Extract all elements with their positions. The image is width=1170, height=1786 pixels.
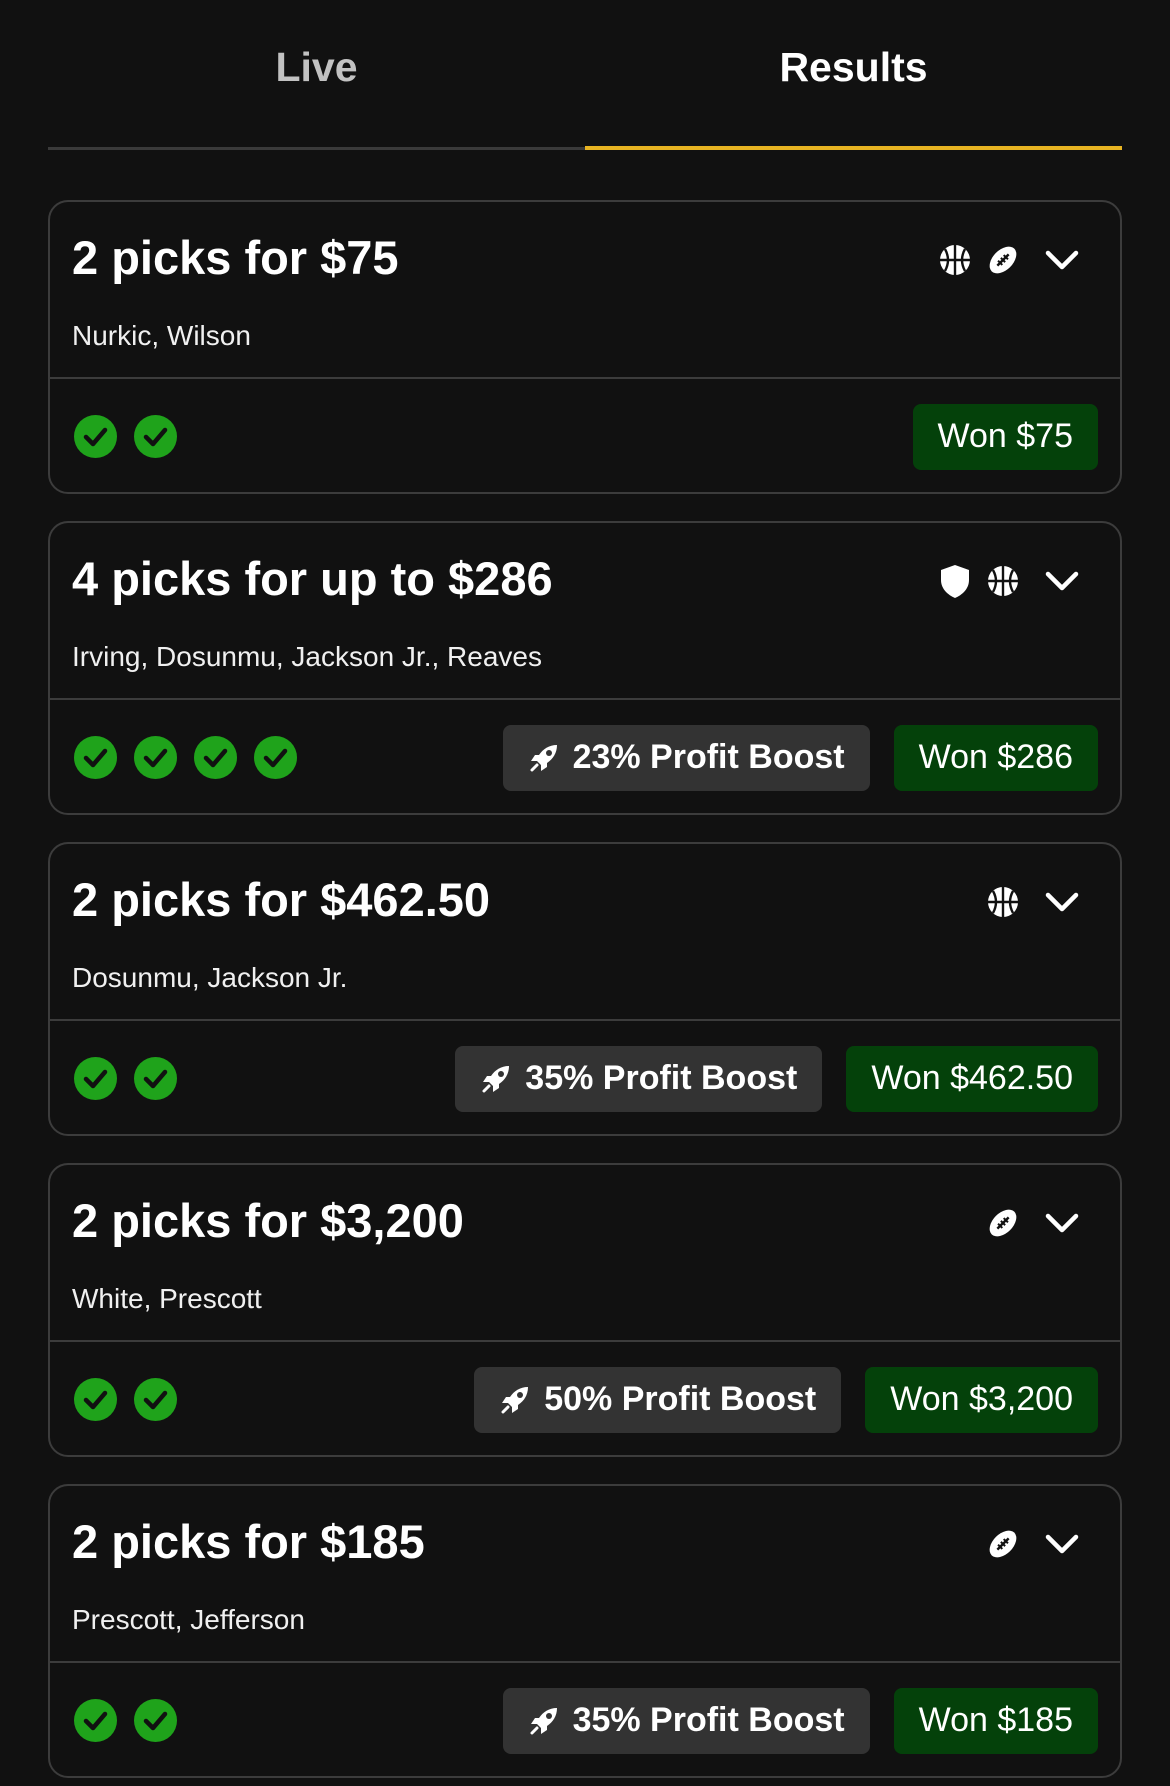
pick-card-header: 2 picks for $462.50 Dosunmu, Jackson Jr. [50, 844, 1120, 1021]
chevron-down-icon[interactable] [1042, 561, 1082, 601]
check-circle-icon [134, 1699, 177, 1742]
pick-card[interactable]: 2 picks for $185 Prescott, Jefferson 35% P… [48, 1484, 1122, 1778]
pick-card-icons [938, 240, 1082, 280]
check-circle-icon [74, 1699, 117, 1742]
pick-card-players: Irving, Dosunmu, Jackson Jr., Reaves [72, 641, 542, 672]
check-circle-icon [74, 415, 117, 458]
profit-boost-badge: 50% Profit Boost [474, 1366, 842, 1433]
tab-live[interactable]: Live [48, 0, 585, 147]
pick-card-title: 2 picks for $185 [72, 1515, 425, 1568]
pick-card-footer: 35% Profit Boost Won $462.50 [50, 1021, 1120, 1134]
rocket-icon [481, 1064, 511, 1094]
profit-boost-badge: 35% Profit Boost [502, 1687, 870, 1754]
pick-card-players: Nurkic, Wilson [72, 320, 251, 351]
pick-card[interactable]: 2 picks for $3,200 White, Prescott 50% Pro… [48, 1163, 1122, 1457]
tab-results[interactable]: Results [585, 0, 1122, 150]
pick-card-badges: 50% Profit Boost Won $3,200 [474, 1366, 1098, 1433]
basketball-icon [986, 885, 1020, 919]
chevron-down-icon[interactable] [1042, 1524, 1082, 1564]
pick-card-title: 2 picks for $75 [72, 231, 399, 284]
check-circle-icon [134, 1057, 177, 1100]
pick-results [74, 1699, 177, 1742]
pick-card-players: Dosunmu, Jackson Jr. [72, 962, 348, 993]
check-circle-icon [134, 736, 177, 779]
profit-boost-label: 35% Profit Boost [525, 1059, 798, 1097]
won-amount-badge: Won $75 [912, 403, 1098, 470]
pick-card[interactable]: 4 picks for up to $286 Irving, Dosunmu, J… [48, 521, 1122, 815]
pick-card-header: 2 picks for $3,200 White, Prescott [50, 1165, 1120, 1342]
pick-card-title: 2 picks for $3,200 [72, 1194, 464, 1247]
won-amount-badge: Won $462.50 [846, 1045, 1098, 1112]
pick-results [74, 415, 177, 458]
pick-card-footer: 23% Profit Boost Won $286 [50, 700, 1120, 813]
results-list: 2 picks for $75 Nurkic, Wilson Won $75 4 pi… [0, 150, 1170, 1778]
rocket-icon [500, 1385, 530, 1415]
football-icon [986, 1206, 1020, 1240]
pick-card-icons [986, 882, 1082, 922]
pick-card-header: 2 picks for $75 Nurkic, Wilson [50, 202, 1120, 379]
shield-icon [938, 564, 972, 598]
pick-card-badges: 23% Profit Boost Won $286 [502, 724, 1098, 791]
pick-card-badges: 35% Profit Boost Won $462.50 [455, 1045, 1098, 1112]
check-circle-icon [74, 1057, 117, 1100]
pick-card-icons [938, 561, 1082, 601]
pick-results [74, 736, 297, 779]
pick-card-footer: 50% Profit Boost Won $3,200 [50, 1342, 1120, 1455]
profit-boost-label: 50% Profit Boost [544, 1380, 817, 1418]
pick-card-icons [986, 1203, 1082, 1243]
won-amount-badge: Won $185 [893, 1687, 1098, 1754]
basketball-icon [938, 243, 972, 277]
pick-card-title: 2 picks for $462.50 [72, 873, 491, 926]
pick-card-badges: Won $75 [912, 403, 1098, 470]
pick-results [74, 1378, 177, 1421]
pick-card-header: 2 picks for $185 Prescott, Jefferson [50, 1486, 1120, 1663]
pick-results [74, 1057, 177, 1100]
profit-boost-badge: 35% Profit Boost [455, 1045, 823, 1112]
check-circle-icon [74, 736, 117, 779]
check-circle-icon [254, 736, 297, 779]
check-circle-icon [194, 736, 237, 779]
pick-card-footer: Won $75 [50, 379, 1120, 492]
chevron-down-icon[interactable] [1042, 882, 1082, 922]
chevron-down-icon[interactable] [1042, 1203, 1082, 1243]
rocket-icon [529, 1706, 559, 1736]
pick-card-icons [986, 1524, 1082, 1564]
check-circle-icon [134, 415, 177, 458]
won-amount-badge: Won $286 [893, 724, 1098, 791]
check-circle-icon [134, 1378, 177, 1421]
pick-card-title: 4 picks for up to $286 [72, 552, 553, 605]
pick-card[interactable]: 2 picks for $462.50 Dosunmu, Jackson Jr. 3… [48, 842, 1122, 1136]
tab-bar: Live Results [48, 0, 1122, 150]
check-circle-icon [74, 1378, 117, 1421]
football-icon [986, 1527, 1020, 1561]
won-amount-badge: Won $3,200 [865, 1366, 1098, 1433]
profit-boost-label: 35% Profit Boost [572, 1701, 845, 1739]
chevron-down-icon[interactable] [1042, 240, 1082, 280]
pick-card-footer: 35% Profit Boost Won $185 [50, 1663, 1120, 1776]
pick-card[interactable]: 2 picks for $75 Nurkic, Wilson Won $75 [48, 200, 1122, 494]
pick-card-badges: 35% Profit Boost Won $185 [502, 1687, 1098, 1754]
football-icon [986, 243, 1020, 277]
profit-boost-label: 23% Profit Boost [572, 738, 845, 776]
pick-card-header: 4 picks for up to $286 Irving, Dosunmu, J… [50, 523, 1120, 700]
pick-card-players: Prescott, Jefferson [72, 1604, 305, 1635]
basketball-icon [986, 564, 1020, 598]
profit-boost-badge: 23% Profit Boost [502, 724, 870, 791]
rocket-icon [529, 743, 559, 773]
pick-card-players: White, Prescott [72, 1283, 262, 1314]
